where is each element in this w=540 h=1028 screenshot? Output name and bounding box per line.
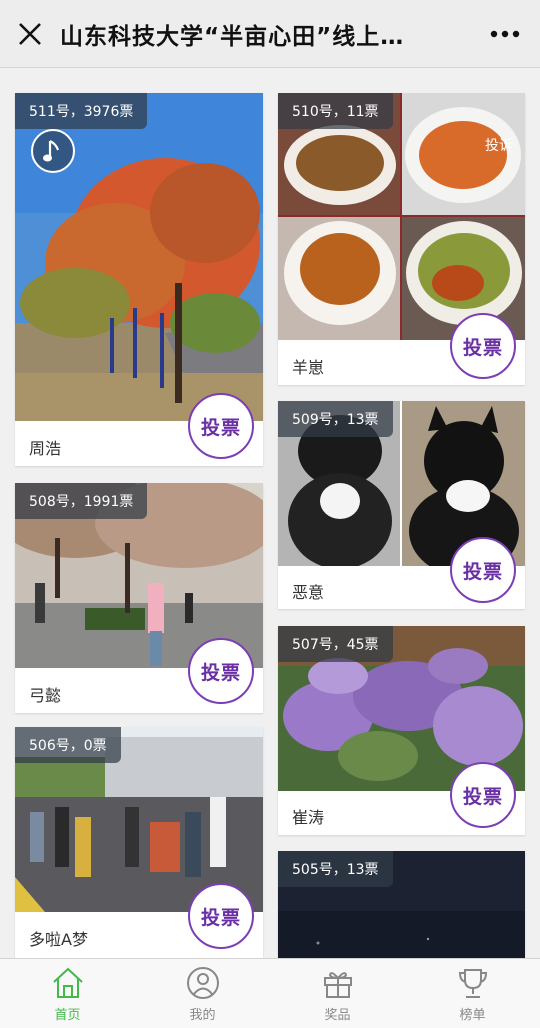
entry-card[interactable]: 507号，45票 崔涛 投票: [278, 626, 525, 835]
home-icon: [52, 967, 83, 998]
user-icon: [186, 967, 219, 999]
vote-count-tag: 510号，11票: [278, 93, 393, 129]
vote-button[interactable]: 投票: [188, 883, 254, 949]
entry-photo[interactable]: [278, 93, 525, 340]
entry-name: 多啦A梦: [29, 930, 88, 949]
entry-card[interactable]: 510号，11票 投诉 羊崽 投票: [278, 93, 525, 385]
vote-count-tag: 509号，13票: [278, 401, 393, 437]
entry-card[interactable]: 508号，1991票 弓懿 投票: [15, 483, 263, 713]
bottom-tab-bar: 首页 我的 奖品 榜单: [0, 958, 540, 1028]
tab-label: 榜单: [459, 1008, 486, 1023]
close-icon: [19, 22, 41, 45]
complain-link[interactable]: 投诉: [485, 135, 513, 155]
vote-button[interactable]: 投票: [188, 393, 254, 459]
gift-icon: [323, 972, 352, 998]
entry-card[interactable]: 506号，0票 多啦A梦 投票: [15, 727, 263, 958]
music-icon[interactable]: [31, 129, 75, 173]
trophy-icon: [458, 969, 487, 998]
tab-label: 首页: [54, 1008, 81, 1023]
vote-count-tag: 507号，45票: [278, 626, 393, 662]
tab-home[interactable]: 首页: [0, 959, 135, 1028]
page-title: 山东科技大学“半亩心田”线上…: [60, 23, 405, 50]
vote-button[interactable]: 投票: [450, 537, 516, 603]
vote-count-tag: 505号，13票: [278, 851, 393, 887]
tab-rankings[interactable]: 榜单: [405, 959, 540, 1028]
vote-count-tag: 508号，1991票: [15, 483, 148, 519]
top-bar: 山东科技大学“半亩心田”线上…: [0, 0, 540, 68]
tab-label: 我的: [189, 1008, 216, 1023]
vote-button[interactable]: 投票: [450, 313, 516, 379]
entry-name: 崔涛: [292, 808, 325, 827]
vote-button[interactable]: 投票: [450, 762, 516, 828]
more-button[interactable]: [470, 0, 540, 68]
entry-name: 周浩: [29, 439, 62, 458]
close-button[interactable]: [0, 0, 60, 68]
entry-name: 羊崽: [292, 358, 325, 377]
tab-label: 奖品: [324, 1008, 351, 1023]
entry-card[interactable]: 505号，13票: [278, 851, 525, 958]
entry-name: 恶意: [292, 583, 325, 602]
vote-button[interactable]: 投票: [188, 638, 254, 704]
tab-prizes[interactable]: 奖品: [270, 959, 405, 1028]
entry-card[interactable]: 509号，13票 恶意 投票: [278, 401, 525, 609]
tab-mine[interactable]: 我的: [135, 959, 270, 1028]
entry-card[interactable]: 511号，3976票 周浩 投票: [15, 93, 263, 466]
vote-count-tag: 506号，0票: [15, 727, 121, 763]
entry-name: 弓懿: [29, 686, 62, 705]
more-icon: [490, 30, 520, 37]
vote-count-tag: 511号，3976票: [15, 93, 148, 129]
